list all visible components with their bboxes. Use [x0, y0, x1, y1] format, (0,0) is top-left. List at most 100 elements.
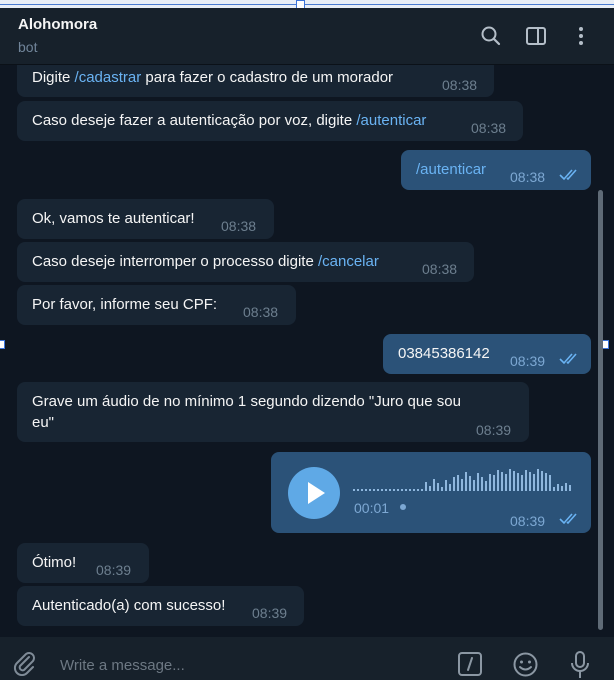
- message-text-line: Grave um áudio de no mínimo 1 segundo di…: [32, 393, 461, 410]
- message-incoming[interactable]: Caso deseje fazer a autenticação por voz…: [17, 101, 523, 141]
- search-icon[interactable]: [479, 24, 503, 48]
- waveform-bar: [461, 479, 463, 491]
- voice-message[interactable]: 00:01 08:39: [271, 452, 591, 533]
- waveform-bar: [429, 486, 431, 491]
- message-incoming[interactable]: Digite /cadastrar para fazer o cadastro …: [17, 65, 494, 97]
- waveform-bar: [569, 485, 571, 491]
- waveform-bar: [397, 489, 399, 491]
- waveform-bar: [389, 489, 391, 491]
- waveform-bar: [481, 477, 483, 491]
- paperclip-icon[interactable]: [12, 650, 38, 676]
- waveform-bar: [361, 489, 363, 491]
- chat-header: Alohomora bot: [0, 8, 614, 65]
- message-time: 08:39: [96, 562, 132, 578]
- waveform-bar: [421, 489, 423, 491]
- waveform-bar: [565, 483, 567, 491]
- command-link[interactable]: /autenticar: [356, 112, 426, 129]
- waveform-bar: [373, 489, 375, 491]
- waveform-bar: [369, 489, 371, 491]
- waveform-bar: [521, 475, 523, 491]
- message-incoming[interactable]: Ótimo! 08:39: [17, 543, 149, 583]
- microphone-icon[interactable]: [568, 650, 592, 680]
- sidebar-toggle-icon[interactable]: [524, 24, 548, 48]
- waveform-bar: [465, 472, 467, 491]
- waveform-bar: [553, 487, 555, 491]
- message-text: Caso deseje fazer a autenticação por voz…: [32, 112, 357, 129]
- waveform-bar: [413, 489, 415, 491]
- waveform-bar: [365, 489, 367, 491]
- double-check-icon: [559, 513, 577, 525]
- message-text: Caso deseje interromper o processo digit…: [32, 253, 318, 270]
- emoji-icon[interactable]: [512, 651, 539, 678]
- more-vertical-icon[interactable]: [569, 24, 593, 48]
- waveform-bar: [557, 484, 559, 491]
- message-text: Digite: [32, 69, 75, 86]
- waveform-bar: [509, 469, 511, 491]
- voice-waveform[interactable]: [353, 469, 573, 493]
- waveform-bar: [477, 473, 479, 491]
- message-time: 08:38: [221, 218, 257, 234]
- chat-subtitle: bot: [18, 39, 38, 55]
- double-check-icon: [559, 353, 577, 365]
- waveform-bar: [353, 489, 355, 491]
- command-link[interactable]: /cadastrar: [75, 69, 142, 86]
- waveform-bar: [489, 474, 491, 491]
- bot-commands-icon[interactable]: [457, 651, 483, 677]
- message-time: 08:38: [471, 120, 507, 136]
- message-text: Ótimo!: [32, 554, 77, 571]
- message-incoming[interactable]: Grave um áudio de no mínimo 1 segundo di…: [17, 382, 529, 442]
- play-icon: [308, 482, 325, 504]
- message-outgoing[interactable]: 03845386142 08:39: [383, 334, 591, 374]
- message-time: 08:39: [510, 513, 546, 529]
- waveform-bar: [549, 475, 551, 491]
- waveform-bar: [561, 486, 563, 491]
- waveform-bar: [525, 470, 527, 491]
- message-incoming[interactable]: Caso deseje interromper o processo digit…: [17, 242, 474, 282]
- message-text: Autenticado(a) com sucesso!: [32, 597, 226, 614]
- message-list[interactable]: Digite /cadastrar para fazer o cadastro …: [0, 65, 600, 637]
- waveform-bar: [485, 481, 487, 491]
- message-composer: Write a message...: [0, 637, 614, 680]
- waveform-bar: [545, 473, 547, 491]
- message-input[interactable]: Write a message...: [60, 657, 185, 674]
- waveform-bar: [405, 489, 407, 491]
- message-time: 08:38: [422, 261, 458, 277]
- waveform-bar: [377, 489, 379, 491]
- waveform-bar: [385, 489, 387, 491]
- message-outgoing[interactable]: /autenticar 08:38: [401, 150, 591, 190]
- message-incoming[interactable]: Ok, vamos te autenticar! 08:38: [17, 199, 274, 239]
- waveform-bar: [517, 473, 519, 491]
- message-text: Por favor, informe seu CPF:: [32, 296, 218, 313]
- waveform-bar: [393, 489, 395, 491]
- unplayed-dot: [400, 504, 406, 510]
- waveform-bar: [381, 489, 383, 491]
- waveform-bar: [409, 489, 411, 491]
- waveform-bar: [533, 474, 535, 491]
- message-incoming[interactable]: Autenticado(a) com sucesso! 08:39: [17, 586, 304, 626]
- waveform-bar: [433, 479, 435, 491]
- waveform-bar: [469, 476, 471, 491]
- waveform-bar: [497, 470, 499, 491]
- message-text: 03845386142: [398, 345, 490, 362]
- waveform-bar: [493, 475, 495, 491]
- message-incoming[interactable]: Por favor, informe seu CPF: 08:38: [17, 285, 296, 325]
- message-time: 08:38: [510, 169, 546, 185]
- waveform-bar: [357, 489, 359, 491]
- scrollbar[interactable]: [598, 190, 603, 630]
- message-time: 08:39: [252, 605, 288, 621]
- selection-strip: [0, 0, 614, 8]
- play-button[interactable]: [288, 467, 340, 519]
- double-check-icon: [559, 169, 577, 181]
- message-time: 08:39: [476, 422, 512, 438]
- chat-title[interactable]: Alohomora: [18, 16, 97, 33]
- waveform-bar: [501, 472, 503, 491]
- waveform-bar: [445, 480, 447, 491]
- message-text-line: eu": [32, 414, 55, 431]
- command-link[interactable]: /autenticar: [416, 160, 486, 180]
- command-link[interactable]: /cancelar: [318, 253, 379, 270]
- waveform-bar: [541, 471, 543, 491]
- waveform-bar: [437, 483, 439, 491]
- waveform-bar: [537, 469, 539, 491]
- waveform-bar: [513, 471, 515, 491]
- message-time: 08:38: [243, 304, 279, 320]
